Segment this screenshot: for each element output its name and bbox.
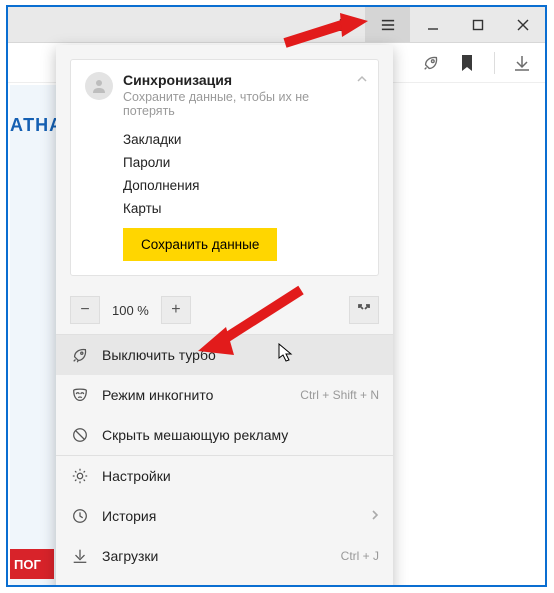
menu-item-history[interactable]: История <box>56 496 393 536</box>
zoom-row: − 100 % + <box>56 288 393 334</box>
collapse-icon[interactable] <box>356 72 368 90</box>
tabs-overview-button[interactable] <box>325 7 365 42</box>
history-icon <box>70 506 90 526</box>
window-maximize-button[interactable] <box>455 7 500 42</box>
sync-link-addons[interactable]: Дополнения <box>123 178 364 193</box>
fullscreen-button[interactable] <box>349 296 379 324</box>
window-titlebar <box>8 7 545 43</box>
chevron-right-icon <box>371 508 379 524</box>
zoom-out-button[interactable]: − <box>70 296 100 324</box>
sync-link-cards[interactable]: Карты <box>123 201 364 216</box>
download-icon[interactable] <box>507 48 537 78</box>
hamburger-menu-button[interactable] <box>365 7 410 42</box>
zoom-in-button[interactable]: + <box>161 296 191 324</box>
menu-item-label: История <box>102 508 156 524</box>
divider <box>494 52 495 74</box>
menu-item-label: Загрузки <box>102 548 158 564</box>
main-menu-panel: Синхронизация Сохраните данные, чтобы их… <box>56 45 393 587</box>
browser-window: АТНА ПОГ Синхронизация Сохраните данные,… <box>6 5 547 587</box>
sync-link-bookmarks[interactable]: Закладки <box>123 132 364 147</box>
sync-title: Синхронизация <box>123 72 364 88</box>
block-icon <box>70 425 90 445</box>
download-icon <box>70 546 90 566</box>
mask-icon <box>70 385 90 405</box>
window-minimize-button[interactable] <box>410 7 455 42</box>
menu-item-label: Скрыть мешающую рекламу <box>102 427 288 443</box>
sync-link-passwords[interactable]: Пароли <box>123 155 364 170</box>
menu-item-settings[interactable]: Настройки <box>56 456 393 496</box>
sync-card: Синхронизация Сохраните данные, чтобы их… <box>70 59 379 276</box>
sync-subtitle: Сохраните данные, чтобы их не потерять <box>123 90 364 118</box>
zoom-value: 100 % <box>108 303 153 318</box>
shortcut-label: Ctrl + J <box>341 549 379 563</box>
shortcut-label: Ctrl + Shift + N <box>300 388 379 402</box>
rocket-icon <box>70 345 90 365</box>
menu-item-label: Режим инкогнито <box>102 387 213 403</box>
sync-save-button[interactable]: Сохранить данные <box>123 228 277 261</box>
menu-item-label: Выключить турбо <box>102 347 216 363</box>
menu-item-downloads[interactable]: Загрузки Ctrl + J <box>56 536 393 576</box>
window-close-button[interactable] <box>500 7 545 42</box>
rocket-icon[interactable] <box>416 48 446 78</box>
avatar-icon <box>85 72 113 100</box>
star-icon <box>70 586 90 587</box>
gear-icon <box>70 466 90 486</box>
sync-links: Закладки Пароли Дополнения Карты <box>123 132 364 216</box>
menu-item-label: Настройки <box>102 468 171 484</box>
page-red-badge: ПОГ <box>10 549 54 579</box>
menu-item-incognito[interactable]: Режим инкогнито Ctrl + Shift + N <box>56 375 393 415</box>
bookmark-icon[interactable] <box>452 48 482 78</box>
menu-item-hide-ads[interactable]: Скрыть мешающую рекламу <box>56 415 393 455</box>
menu-item-bookmarks[interactable]: Закладки <box>56 576 393 587</box>
menu-item-turbo[interactable]: Выключить турбо <box>56 335 393 375</box>
